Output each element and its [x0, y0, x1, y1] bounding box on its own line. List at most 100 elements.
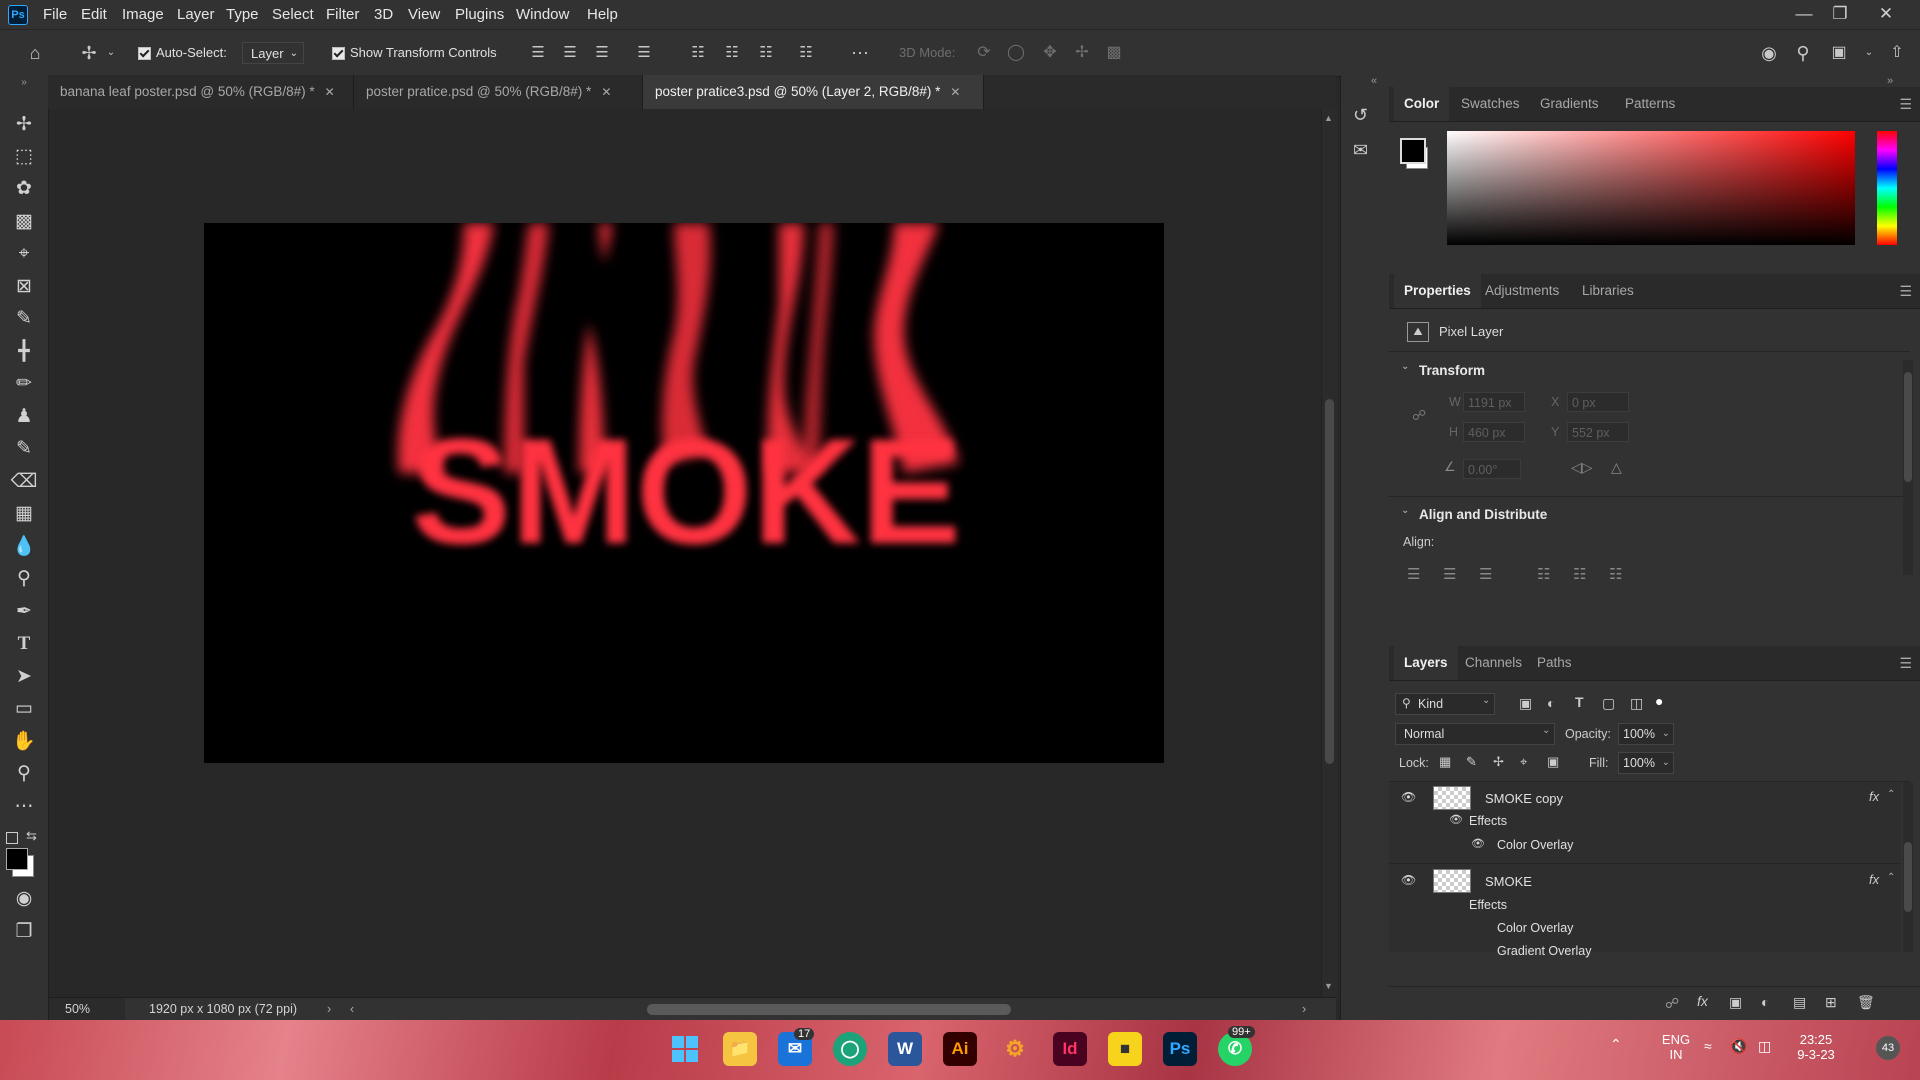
align-top-edges-icon[interactable]: ☷ — [1537, 565, 1550, 583]
chevron-up-icon[interactable]: ⌃ — [1887, 872, 1895, 883]
document-info[interactable]: 1920 px x 1080 px (72 ppi) — [149, 998, 297, 1021]
vertical-scrollbar[interactable]: ▲ ▼ — [1321, 109, 1337, 997]
tab-banana-leaf-poster[interactable]: banana leaf poster.psd @ 50% (RGB/8#) * ✕ — [48, 75, 354, 109]
more-options-icon[interactable]: ⋯ — [848, 30, 872, 76]
distribute-vertical-icon[interactable]: ☷ — [794, 30, 818, 76]
height-field[interactable]: 460 px — [1463, 422, 1525, 442]
filter-smart-object-icon[interactable]: ◫ — [1630, 695, 1643, 712]
chevron-down-icon[interactable]: ⌄ — [104, 30, 118, 76]
swap-colors-icon[interactable]: ⇆ — [26, 828, 37, 844]
blur-tool-icon[interactable]: 💧 — [10, 533, 38, 561]
vertical-scroll-thumb[interactable] — [1325, 399, 1334, 764]
blender-icon[interactable]: ⚙ — [998, 1032, 1032, 1066]
close-window-icon[interactable]: ✕ — [1868, 0, 1904, 29]
layers-scrollbar[interactable] — [1903, 782, 1913, 952]
document-canvas[interactable]: SMOKE — [204, 223, 1164, 763]
expand-icon[interactable]: » — [1887, 75, 1893, 87]
menu-filter[interactable]: Filter — [319, 0, 366, 29]
default-colors-icon[interactable] — [6, 832, 18, 844]
stamp-tool-icon[interactable]: ♟ — [10, 403, 38, 431]
new-adjustment-icon[interactable]: ◐ — [1761, 994, 1769, 1010]
quick-mask-icon[interactable]: ◉ — [10, 885, 38, 913]
menu-layer[interactable]: Layer — [170, 0, 222, 29]
align-distribute-title[interactable]: Align and Distribute — [1419, 507, 1547, 522]
menu-edit[interactable]: Edit — [74, 0, 114, 29]
notification-badge[interactable]: 43 — [1876, 1036, 1900, 1060]
windows-start-icon[interactable] — [668, 1032, 702, 1066]
lasso-tool-icon[interactable]: ✿ — [10, 175, 38, 203]
menu-3d[interactable]: 3D — [367, 0, 400, 29]
illustrator-icon[interactable]: Ai — [943, 1032, 977, 1066]
history-brush-icon[interactable]: ✎ — [10, 435, 38, 463]
file-explorer-icon[interactable]: 📁 — [723, 1032, 757, 1066]
x-field[interactable]: 0 px — [1567, 392, 1629, 412]
fill-field[interactable]: 100% ⌄ — [1618, 752, 1674, 774]
filter-shape-icon[interactable]: ▢ — [1602, 695, 1615, 712]
photoshop-taskbar-icon[interactable]: Ps — [1163, 1032, 1197, 1066]
menu-view[interactable]: View — [401, 0, 447, 29]
close-tab-icon[interactable]: ✕ — [601, 85, 611, 99]
chevron-right-icon[interactable]: › — [327, 998, 331, 1021]
filter-adjustment-icon[interactable]: ◐ — [1547, 695, 1555, 711]
brush-tool-icon[interactable]: ✏ — [10, 370, 38, 398]
transform-title[interactable]: Transform — [1419, 363, 1485, 378]
tab-properties[interactable]: Properties — [1394, 274, 1481, 308]
chevron-down-icon[interactable]: ⌄ — [1401, 361, 1409, 372]
horizontal-scroll-thumb[interactable] — [647, 1004, 1011, 1015]
rectangle-tool-icon[interactable]: ▭ — [10, 695, 38, 723]
align-vertical-centers-icon[interactable]: ☷ — [1573, 565, 1586, 583]
lock-pixels-icon[interactable]: ✎ — [1466, 754, 1477, 770]
tab-color[interactable]: Color — [1394, 87, 1450, 121]
tab-swatches[interactable]: Swatches — [1451, 87, 1530, 121]
filter-toggle-icon[interactable]: ● — [1655, 693, 1663, 709]
properties-scroll-thumb[interactable] — [1904, 372, 1912, 482]
auto-select-target-dropdown[interactable]: Layer ⌄ — [242, 42, 304, 64]
dodge-tool-icon[interactable]: ⚲ — [10, 565, 38, 593]
tab-poster-pratice[interactable]: poster pratice.psd @ 50% (RGB/8#) * ✕ — [354, 75, 643, 109]
eraser-tool-icon[interactable]: ⌫ — [10, 468, 38, 496]
tab-patterns[interactable]: Patterns — [1615, 87, 1685, 121]
hand-tool-icon[interactable]: ✋ — [10, 728, 38, 756]
layer-row[interactable]: 👁 SMOKE copy fx ⌃ 👁 Effects 👁 Color Over… — [1389, 782, 1901, 862]
tab-adjustments[interactable]: Adjustments — [1475, 274, 1569, 308]
eye-visibility-icon[interactable]: 👁 — [1401, 873, 1416, 887]
add-mask-icon[interactable]: ▣ — [1729, 994, 1742, 1011]
scroll-up-icon[interactable]: ▲ — [1324, 113, 1333, 123]
type-tool-icon[interactable]: T — [10, 630, 38, 658]
layers-scroll-thumb[interactable] — [1904, 842, 1912, 912]
menu-file[interactable]: File — [36, 0, 74, 29]
align-left-edges-icon[interactable]: ☰ — [1407, 565, 1420, 583]
angle-field[interactable]: 0.00° — [1463, 459, 1521, 479]
foreground-color-swatch[interactable] — [1400, 138, 1426, 164]
panel-menu-icon[interactable]: ☰ — [1899, 274, 1912, 308]
color-field[interactable] — [1447, 131, 1855, 245]
close-tab-icon[interactable]: ✕ — [950, 85, 960, 99]
gradient-tool-icon[interactable]: ▦ — [10, 500, 38, 528]
battery-icon[interactable]: ◫ — [1758, 1038, 1771, 1055]
tab-poster-pratice3[interactable]: poster pratice3.psd @ 50% (Layer 2, RGB/… — [643, 75, 984, 109]
align-middle-icon[interactable]: ☷ — [720, 30, 744, 76]
layer-thumbnail[interactable] — [1433, 869, 1471, 893]
close-tab-icon[interactable]: ✕ — [325, 85, 335, 99]
align-right-edges-icon[interactable]: ☰ — [1479, 565, 1492, 583]
distribute-icon[interactable]: ☰ — [632, 30, 656, 76]
filter-pixel-icon[interactable]: ▣ — [1519, 695, 1532, 712]
collapse-icon[interactable]: « — [1371, 75, 1377, 87]
lock-all-icon[interactable]: ▣ — [1547, 754, 1559, 770]
healing-brush-icon[interactable]: ╋ — [10, 338, 38, 366]
align-bottom-icon[interactable]: ☷ — [754, 30, 778, 76]
blend-mode-dropdown[interactable]: Normal ⌄ — [1395, 723, 1555, 745]
edge-browser-icon[interactable]: ◯ — [833, 1032, 867, 1066]
effects-label[interactable]: Effects — [1469, 814, 1507, 828]
history-panel-icon[interactable]: ↺ — [1353, 105, 1368, 126]
layer-row[interactable]: 👁 SMOKE fx ⌃ Effects Color Overlay Gradi… — [1389, 864, 1901, 958]
pen-tool-icon[interactable]: ✒ — [10, 598, 38, 626]
screen-mode-icon[interactable]: ❐ — [10, 918, 38, 946]
chevron-down-icon[interactable]: ⌄ — [1401, 505, 1409, 516]
restore-icon[interactable]: ❐ — [1822, 0, 1858, 29]
language-indicator[interactable]: ENG IN — [1656, 1032, 1696, 1062]
tab-gradients[interactable]: Gradients — [1530, 87, 1609, 121]
lock-transparent-icon[interactable]: ▦ — [1439, 754, 1451, 770]
eye-visibility-icon[interactable]: 👁 — [1449, 813, 1463, 826]
menu-image[interactable]: Image — [115, 0, 171, 29]
